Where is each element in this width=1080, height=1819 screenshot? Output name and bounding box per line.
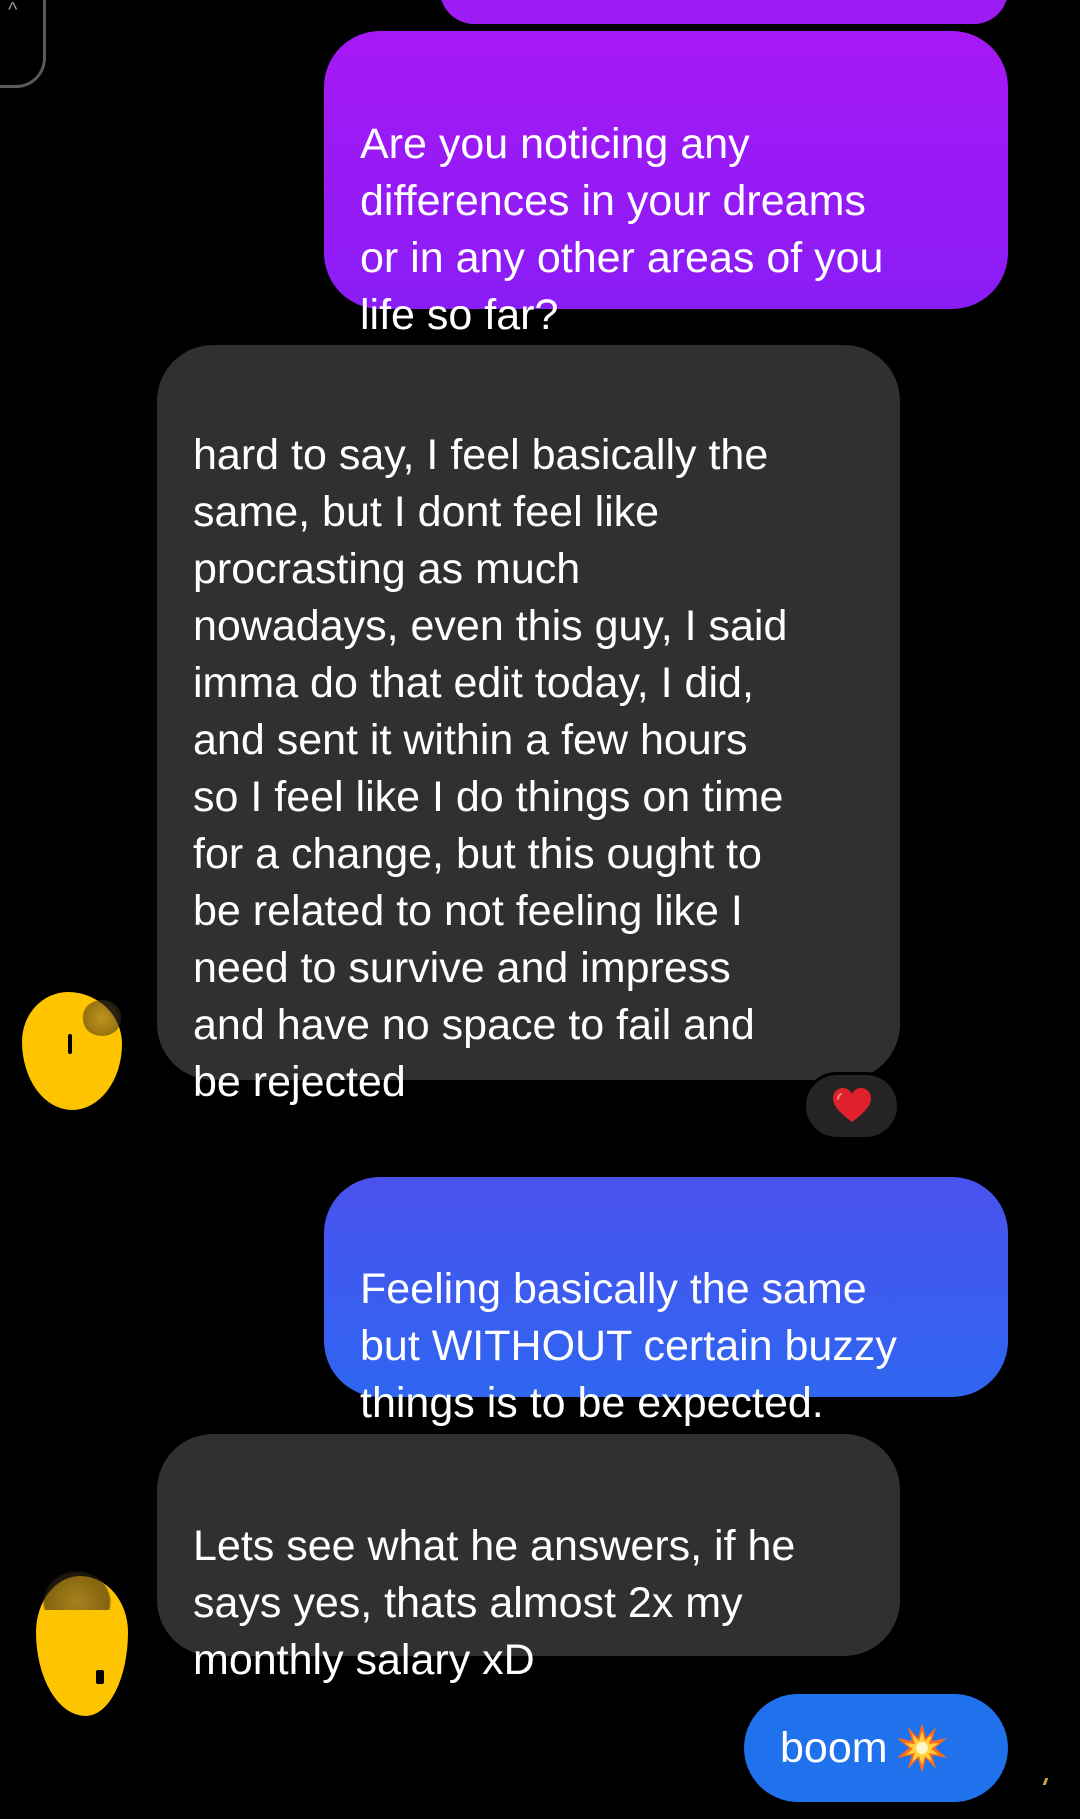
scroll-indicator (1042, 1778, 1049, 1785)
collapse-chevron-button[interactable]: ^ (0, 0, 46, 88)
message-text: boom (780, 1723, 888, 1772)
message-bubble-outgoing[interactable]: Feeling basically the same but WITHOUT c… (324, 1177, 1008, 1427)
collision-icon (896, 1723, 947, 1773)
chevron-up-icon: ^ (8, 0, 18, 21)
contact-avatar[interactable] (22, 992, 122, 1110)
message-reaction[interactable] (803, 1072, 900, 1140)
message-bubble-incoming[interactable]: Lets see what he answers, if he says yes… (157, 1434, 900, 1684)
message-text: Feeling basically the same but WITHOUT c… (360, 1265, 897, 1427)
message-text: Lets see what he answers, if he says yes… (193, 1522, 796, 1684)
avatar-redaction-mark (68, 1034, 72, 1054)
message-bubble-partial[interactable] (440, 0, 1008, 24)
heart-icon (832, 1088, 871, 1122)
message-bubble-outgoing[interactable]: Are you noticing any differences in your… (324, 31, 1008, 339)
message-bubble-outgoing[interactable]: boom (744, 1694, 1008, 1802)
message-bubble-incoming[interactable]: hard to say, I feel basically the same, … (157, 345, 900, 1106)
avatar-redaction-mark (96, 1670, 104, 1684)
contact-avatar[interactable] (36, 1570, 128, 1716)
message-text: Are you noticing any differences in your… (360, 120, 884, 339)
message-text: hard to say, I feel basically the same, … (193, 431, 788, 1106)
